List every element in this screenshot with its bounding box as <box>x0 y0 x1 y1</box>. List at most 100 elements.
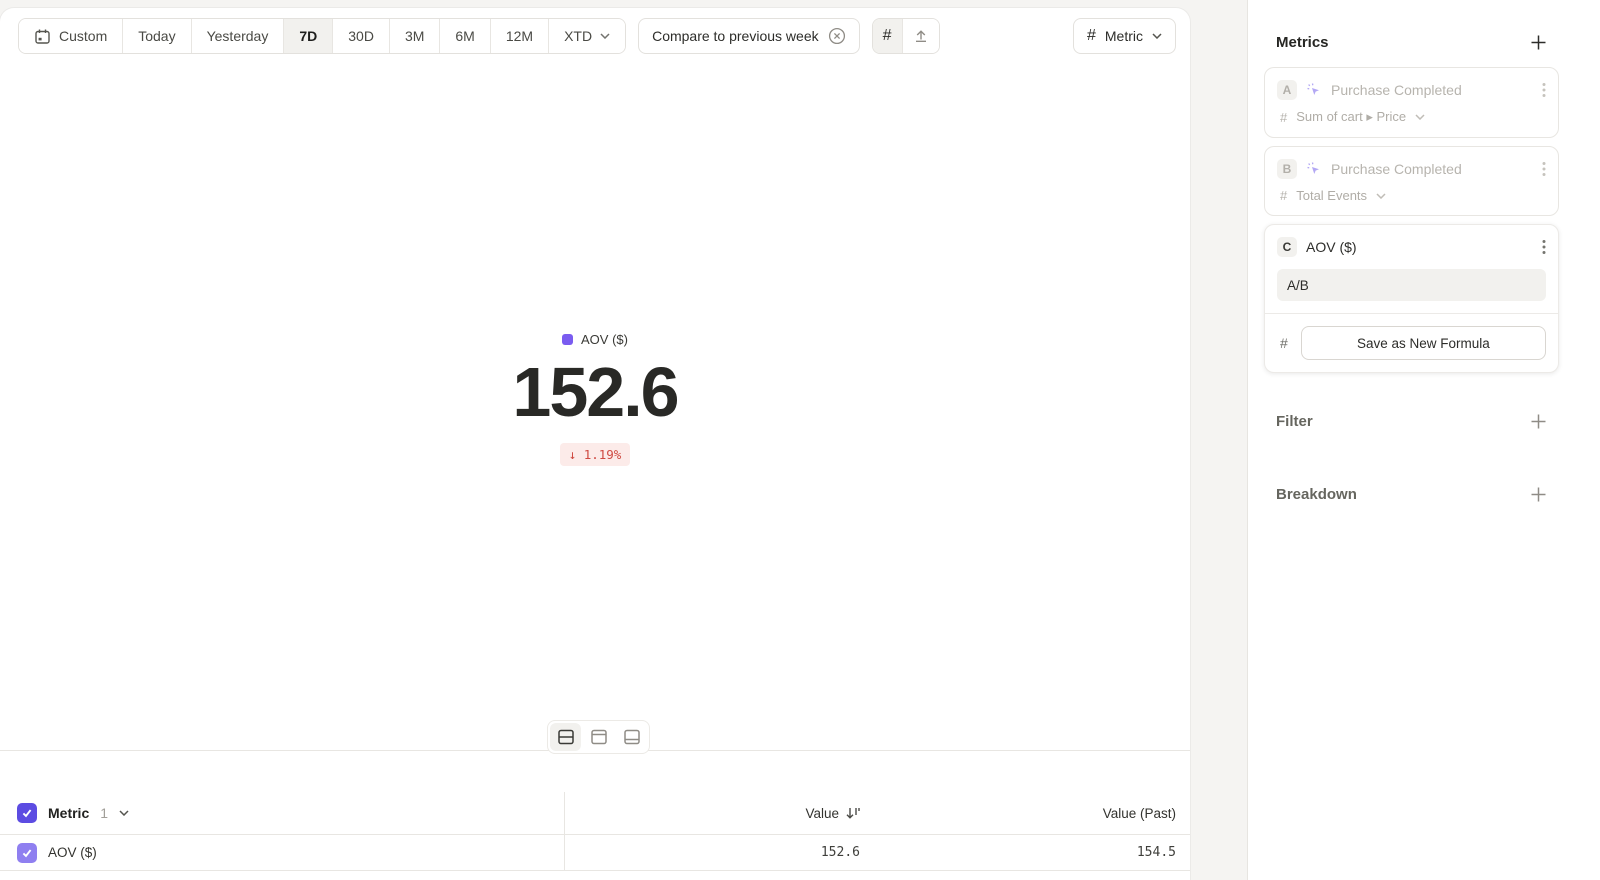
breakdown-title: Breakdown <box>1276 486 1357 503</box>
metric-badge: A <box>1277 80 1297 100</box>
chevron-down-icon[interactable] <box>119 810 129 816</box>
metric-type-button[interactable]: # Metric <box>1073 18 1176 54</box>
chart-only-view-button[interactable] <box>583 723 614 751</box>
metric-card-c[interactable]: C AOV ($) # Save as New Formula <box>1264 224 1559 373</box>
value-past-header-cell[interactable]: Value (Past) <box>860 792 1190 834</box>
kebab-menu-icon[interactable] <box>1542 161 1546 177</box>
event-sparkle-icon <box>1306 82 1322 98</box>
absolute-numbers-toggle[interactable]: # <box>873 19 902 53</box>
table-header-row: Metric 1 Value Value (Past) <box>0 792 1190 835</box>
hash-icon: # <box>883 27 892 45</box>
value-past-header-label: Value (Past) <box>1103 806 1176 821</box>
date-range-custom[interactable]: Custom <box>19 19 122 53</box>
cumulative-toggle[interactable] <box>902 19 939 53</box>
number-type-icon: # <box>1280 335 1288 351</box>
date-range-30d[interactable]: 30D <box>332 19 389 53</box>
date-range-yesterday[interactable]: Yesterday <box>191 19 284 53</box>
table-only-view-button[interactable] <box>616 723 647 751</box>
kebab-menu-icon[interactable] <box>1542 239 1546 255</box>
metric-header-cell: Metric 1 <box>0 792 565 834</box>
chevron-down-icon <box>600 33 610 39</box>
formula-input[interactable] <box>1277 269 1546 301</box>
chevron-down-icon <box>1152 33 1162 39</box>
date-range-today[interactable]: Today <box>122 19 190 53</box>
arrow-up-from-line-icon <box>913 28 929 44</box>
metric-event-name: AOV ($) <box>1306 239 1357 255</box>
metric-header-label: Metric <box>48 805 89 821</box>
date-range-label: Yesterday <box>207 28 269 44</box>
date-range-label: 3M <box>405 28 424 44</box>
row-metric-name: AOV ($) <box>48 845 97 860</box>
metric-aggregation-row[interactable]: # Sum of cart ▸ Price <box>1277 109 1546 125</box>
chevron-down-icon <box>1376 193 1386 199</box>
hash-icon: # <box>1087 27 1096 45</box>
x-circle-icon[interactable] <box>828 27 846 45</box>
metric-value: 152.6 <box>0 357 1190 427</box>
value-header-label: Value <box>805 806 839 821</box>
event-sparkle-icon <box>1306 161 1322 177</box>
metric-card-b[interactable]: B Purchase Completed # Total Events <box>1264 146 1559 216</box>
chart-legend: AOV ($) <box>0 332 1190 347</box>
results-table: Metric 1 Value Value (Past) <box>0 792 1190 871</box>
filter-section-header: Filter <box>1264 413 1559 430</box>
select-all-checkbox[interactable] <box>17 803 37 823</box>
date-range-6m[interactable]: 6M <box>439 19 489 53</box>
report-canvas: Custom Today Yesterday 7D 30D 3M 6M 12M … <box>0 8 1190 880</box>
metrics-title: Metrics <box>1276 34 1329 51</box>
query-builder-sidebar: Metrics A Purchase Completed # Sum of ca… <box>1247 0 1600 880</box>
add-breakdown-button[interactable] <box>1530 486 1547 503</box>
metric-count: 1 <box>100 805 108 821</box>
kebab-menu-icon[interactable] <box>1542 82 1546 98</box>
metric-type-label: Metric <box>1105 28 1143 44</box>
row-value-past: 154.5 <box>1137 845 1176 860</box>
chart-only-view-icon <box>589 728 609 746</box>
metric-card-a[interactable]: A Purchase Completed # Sum of cart ▸ Pri… <box>1264 67 1559 138</box>
date-range-picker: Custom Today Yesterday 7D 30D 3M 6M 12M … <box>18 18 626 54</box>
add-filter-button[interactable] <box>1530 413 1547 430</box>
aggregation-label: Total Events <box>1296 188 1367 203</box>
value-past-cell: 154.5 <box>860 835 1190 870</box>
date-range-3m[interactable]: 3M <box>389 19 439 53</box>
date-range-label: 12M <box>506 28 533 44</box>
date-range-7d[interactable]: 7D <box>283 19 332 53</box>
compare-pill[interactable]: Compare to previous week <box>638 18 860 54</box>
card-divider <box>1265 313 1558 314</box>
big-number-chart: AOV ($) 152.6 ↓ 1.19% <box>0 332 1190 466</box>
date-range-xtd[interactable]: XTD <box>548 19 625 53</box>
sort-descending-icon[interactable] <box>845 806 860 820</box>
number-type-icon: # <box>1280 110 1287 125</box>
table-only-view-icon <box>622 728 642 746</box>
date-range-label: 7D <box>299 28 317 44</box>
metric-cell: AOV ($) <box>0 835 565 870</box>
aggregation-label: Sum of cart ▸ Price <box>1296 109 1406 125</box>
view-switcher <box>547 720 650 754</box>
delta-badge: ↓ 1.19% <box>560 443 631 466</box>
row-checkbox[interactable] <box>17 843 37 863</box>
date-range-label: 30D <box>348 28 374 44</box>
toolbar: Custom Today Yesterday 7D 30D 3M 6M 12M … <box>18 18 1176 54</box>
value-cell: 152.6 <box>565 835 860 870</box>
date-range-12m[interactable]: 12M <box>490 19 548 53</box>
split-view-button[interactable] <box>550 723 581 751</box>
legend-swatch <box>562 334 573 345</box>
add-metric-button[interactable] <box>1530 34 1547 51</box>
metric-event-name: Purchase Completed <box>1331 161 1462 177</box>
value-header-cell[interactable]: Value <box>565 792 860 834</box>
date-range-label: Custom <box>59 28 107 44</box>
save-as-new-formula-button[interactable]: Save as New Formula <box>1301 326 1546 360</box>
value-mode-toggle: # <box>872 18 940 54</box>
date-range-label: 6M <box>455 28 474 44</box>
metric-event-name: Purchase Completed <box>1331 82 1462 98</box>
chevron-down-icon <box>1415 114 1425 120</box>
calendar-icon <box>34 28 51 45</box>
date-range-label: XTD <box>564 28 592 44</box>
metric-badge: B <box>1277 159 1297 179</box>
breakdown-section-header: Breakdown <box>1264 486 1559 503</box>
row-value: 152.6 <box>821 845 860 860</box>
compare-pill-label: Compare to previous week <box>652 28 819 44</box>
table-row: AOV ($) 152.6 154.5 <box>0 835 1190 871</box>
split-view-icon <box>556 728 576 746</box>
metric-aggregation-row[interactable]: # Total Events <box>1277 188 1546 203</box>
metric-badge: C <box>1277 237 1297 257</box>
legend-label: AOV ($) <box>581 332 628 347</box>
